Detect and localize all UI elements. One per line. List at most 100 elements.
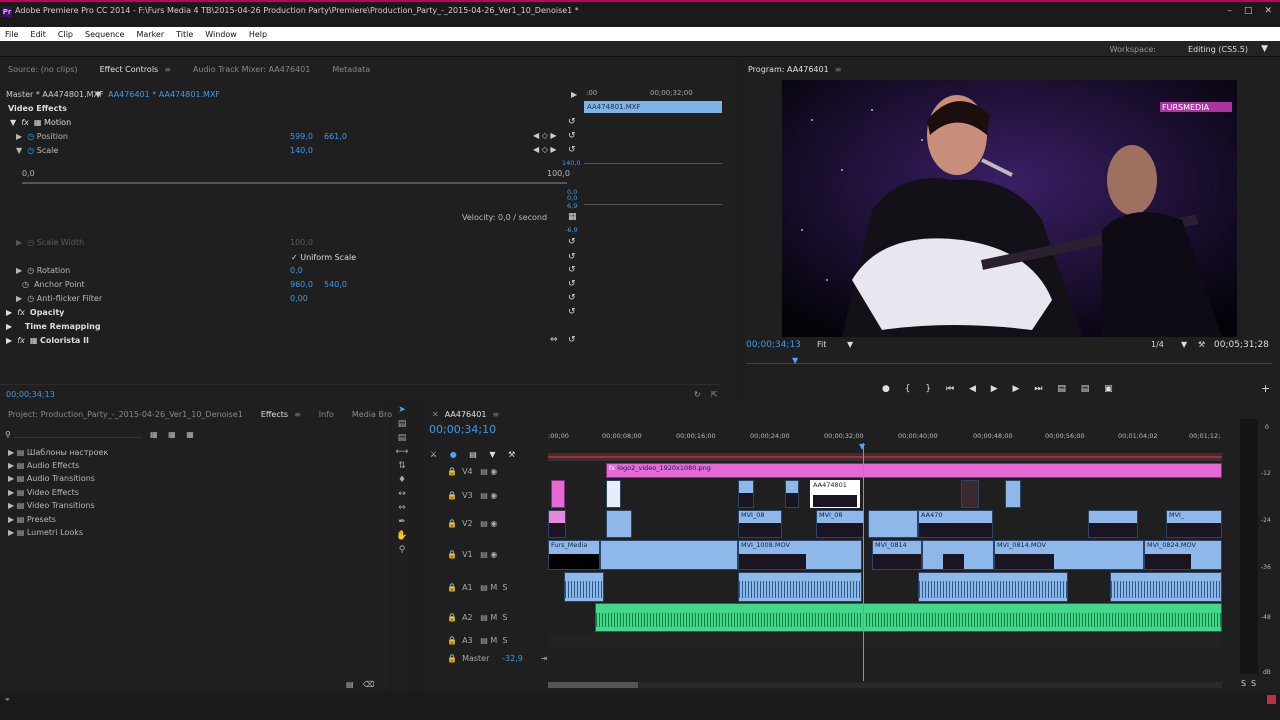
master-volume[interactable]: -32,9 xyxy=(502,654,523,663)
selection-tool-icon[interactable]: ➤ xyxy=(392,405,412,419)
minimize-icon[interactable]: – xyxy=(1227,6,1232,16)
play-icon[interactable]: ▶ xyxy=(991,384,998,394)
motion-row[interactable]: ▼ fx ▦ Motion xyxy=(10,117,71,129)
mute-button[interactable]: M xyxy=(490,636,497,645)
menu-help[interactable]: Help xyxy=(249,30,267,39)
lock-icon[interactable]: 🔒 xyxy=(447,583,457,592)
velocity-graph-line[interactable] xyxy=(584,204,722,205)
panel-menu-icon[interactable]: ≡ xyxy=(164,65,171,74)
effects-folder[interactable]: ▶ ▤ Audio Effects xyxy=(8,460,79,472)
timeline-clip[interactable]: fx logo2_video_1920x1080.png xyxy=(606,463,1222,478)
workspace-menu-icon[interactable]: ▼ xyxy=(1261,44,1268,54)
effects-folder[interactable]: ▶ ▤ Presets xyxy=(8,514,56,526)
reset-icon[interactable]: ↺ xyxy=(568,252,576,262)
linked-selection-icon[interactable]: ● xyxy=(450,450,457,459)
menu-clip[interactable]: Clip xyxy=(58,30,73,39)
ripple-edit-tool-icon[interactable]: ▤ xyxy=(392,433,412,447)
extract-icon[interactable]: ▤ xyxy=(1081,384,1090,394)
fx-icon[interactable]: fx xyxy=(17,308,25,317)
go-to-in-icon[interactable]: ⏮ xyxy=(946,384,954,394)
effects-folder[interactable]: ▶ ▤ Шаблоны настроек xyxy=(8,447,108,459)
slide-tool-icon[interactable]: ⇔ xyxy=(392,503,412,517)
playback-resolution-select[interactable]: 1/4 xyxy=(1151,339,1164,351)
mute-button[interactable]: M xyxy=(490,613,497,622)
chevron-down-icon[interactable]: ▼ xyxy=(847,339,853,351)
tab-audio-track-mixer[interactable]: Audio Track Mixer: AA476401 xyxy=(193,65,310,74)
solo-button[interactable]: S xyxy=(502,613,507,622)
expand-arrow-icon[interactable]: ▶ xyxy=(8,515,14,524)
lock-icon[interactable]: 🔒 xyxy=(447,636,457,645)
effects-folder[interactable]: ▶ ▤ Video Transitions xyxy=(8,500,95,512)
track-select-tool-icon[interactable]: ▤ xyxy=(392,419,412,433)
rate-stretch-tool-icon[interactable]: ⇅ xyxy=(392,461,412,475)
toggle-sync-icon[interactable]: ▤ xyxy=(480,519,488,528)
sequence-clip-label[interactable]: AA476401 * AA474801.MXF xyxy=(108,89,220,101)
playhead-marker-icon[interactable]: ▼ xyxy=(792,355,798,367)
stopwatch-icon[interactable]: ◷ xyxy=(27,132,34,141)
expand-arrow-icon[interactable]: ▶ xyxy=(6,322,12,331)
32bit-effects-icon[interactable]: ▦ xyxy=(168,430,176,439)
pen-tool-icon[interactable]: ✒ xyxy=(392,517,412,531)
mark-out-icon[interactable]: } xyxy=(925,384,931,394)
toggle-sync-icon[interactable]: ▤ xyxy=(480,583,488,592)
audio-clip[interactable] xyxy=(918,572,1068,602)
stopwatch-icon[interactable]: ◷ xyxy=(27,266,34,275)
solo-button[interactable]: S xyxy=(502,636,507,645)
accelerated-effects-icon[interactable]: ▦ xyxy=(150,430,158,439)
timeline-clip[interactable]: MVI_ xyxy=(1166,510,1222,538)
export-icon[interactable]: ⇱ xyxy=(711,389,718,401)
lock-icon[interactable]: 🔒 xyxy=(447,613,457,622)
add-marker-icon[interactable]: ▤ xyxy=(469,450,477,459)
expand-arrow-icon[interactable]: ▶ xyxy=(8,474,14,483)
go-to-out-icon[interactable]: ⏭ xyxy=(1034,384,1042,394)
eye-icon[interactable]: ◉ xyxy=(490,519,497,528)
search-icon[interactable]: ⚲ xyxy=(5,429,11,441)
timeline-clip[interactable] xyxy=(961,480,979,508)
eye-icon[interactable]: ◉ xyxy=(490,467,497,476)
expand-arrow-icon[interactable]: ▶ xyxy=(8,501,14,510)
fx-icon[interactable]: fx xyxy=(21,118,29,127)
scrollbar-thumb[interactable] xyxy=(548,682,638,688)
close-icon[interactable]: ✕ xyxy=(1264,6,1272,16)
zoom-fit-select[interactable]: Fit xyxy=(817,339,826,351)
timeline-clip[interactable] xyxy=(1088,510,1138,538)
yuv-effects-icon[interactable]: ▦ xyxy=(186,430,194,439)
expand-arrow-icon[interactable]: ▶ xyxy=(8,528,14,537)
chevron-down-icon[interactable]: ▼ xyxy=(95,89,101,101)
timeline-clip[interactable] xyxy=(600,540,738,570)
new-bin-icon[interactable]: ▤ xyxy=(346,679,354,691)
audio-clip[interactable] xyxy=(738,572,862,602)
lock-icon[interactable]: 🔒 xyxy=(447,467,457,476)
timeline-ruler[interactable]: :00;00 00;00;08;00 00;00;16;00 00;00;24;00 0… xyxy=(548,432,1222,442)
tab-effect-controls[interactable]: Effect Controls xyxy=(100,65,159,74)
toggle-sync-icon[interactable]: ▤ xyxy=(480,613,488,622)
uniform-scale-checkbox[interactable]: ✓ Uniform Scale xyxy=(291,252,356,264)
tab-metadata[interactable]: Metadata xyxy=(332,65,370,74)
mark-in-icon[interactable]: { xyxy=(905,384,911,394)
solo-right-button[interactable]: S xyxy=(1251,678,1256,690)
timeline-scrollbar[interactable] xyxy=(548,682,1222,688)
menu-marker[interactable]: Marker xyxy=(136,30,164,39)
timeline-clip[interactable]: MVI_0814.MOV xyxy=(994,540,1144,570)
expand-arrow-icon[interactable]: ▶ xyxy=(6,308,12,317)
timeline-clip[interactable]: MVI_08 xyxy=(816,510,864,538)
time-remap-row[interactable]: ▶ Time Remapping xyxy=(6,321,101,333)
timeline-timecode[interactable]: 00;00;34;10 xyxy=(429,424,496,438)
timeline-clip[interactable] xyxy=(738,480,754,508)
timeline-clip[interactable] xyxy=(548,510,566,538)
scale-slider[interactable] xyxy=(22,182,567,184)
timeline-playhead[interactable] xyxy=(863,443,864,681)
master-clip-select[interactable]: Master * AA474801.MXF xyxy=(6,89,104,101)
reset-icon[interactable]: ↺ xyxy=(568,335,576,345)
eye-icon[interactable]: ◉ xyxy=(490,550,497,559)
timeline-clip[interactable]: MVI_0824.MOV xyxy=(1144,540,1222,570)
timeline-clip[interactable] xyxy=(606,510,632,538)
effects-folder[interactable]: ▶ ▤ Audio Transitions xyxy=(8,473,95,485)
expand-arrow-icon[interactable]: ▶ xyxy=(8,488,14,497)
reset-icon[interactable]: ↺ xyxy=(568,307,576,317)
step-back-icon[interactable]: ◀ xyxy=(969,384,976,394)
lock-icon[interactable]: 🔒 xyxy=(447,519,457,528)
expand-arrow-icon[interactable]: ▶ xyxy=(16,294,22,303)
timeline-clip[interactable] xyxy=(551,480,565,508)
reset-icon[interactable]: ↺ xyxy=(568,279,576,289)
